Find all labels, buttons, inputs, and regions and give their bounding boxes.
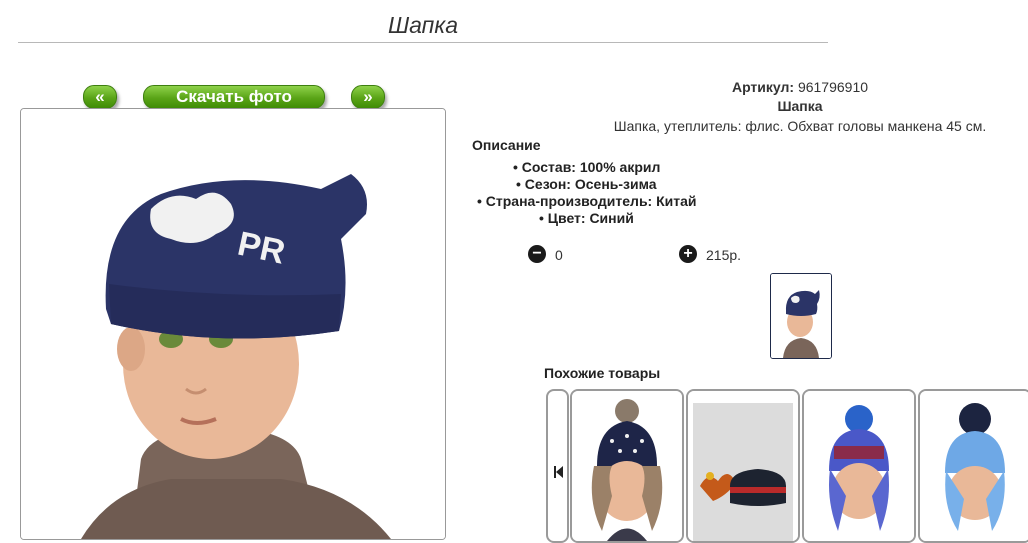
similar-product-card[interactable] <box>570 389 684 543</box>
minus-circle-icon[interactable]: − <box>528 245 546 263</box>
plus-circle-icon[interactable]: + <box>679 245 697 263</box>
thumbnail-image <box>771 274 831 358</box>
quantity-value: 0 <box>555 247 563 263</box>
title-divider <box>18 42 828 43</box>
feature-composition: • Состав: 100% акрил <box>513 159 661 175</box>
similar-product-image <box>572 391 682 541</box>
product-short-description: Шапка, утеплитель: флис. Обхват головы м… <box>613 118 987 134</box>
download-photo-button[interactable]: Скачать фото <box>143 85 325 109</box>
feature-country: • Страна-производитель: Китай <box>477 193 697 209</box>
similar-product-card[interactable] <box>802 389 916 543</box>
similar-product-image <box>920 391 1028 541</box>
article-label: Артикул: <box>731 79 795 95</box>
description-heading: Описание <box>472 137 541 153</box>
similar-product-image <box>804 391 914 541</box>
article-number: 961796910 <box>797 79 869 95</box>
product-photo-image: PR <box>21 109 445 539</box>
price-value: 215р. <box>706 247 742 263</box>
product-name: Шапка <box>777 98 823 114</box>
feature-season: • Сезон: Осень-зима <box>516 176 657 192</box>
similar-first-button[interactable] <box>546 389 569 543</box>
similar-product-card[interactable] <box>918 389 1028 543</box>
product-thumbnail[interactable] <box>770 273 832 359</box>
skip-to-start-icon <box>554 466 563 478</box>
next-photo-button[interactable]: » <box>351 85 385 109</box>
similar-product-image <box>688 391 798 541</box>
article-line: Артикул: 961796910 <box>600 79 1000 95</box>
page-title: Шапка <box>387 12 458 38</box>
feature-color: • Цвет: Синий <box>539 210 634 226</box>
similar-product-card[interactable] <box>686 389 800 543</box>
prev-photo-button[interactable]: « <box>83 85 117 109</box>
main-product-photo[interactable]: PR <box>20 108 446 540</box>
similar-products-heading: Похожие товары <box>544 365 661 381</box>
